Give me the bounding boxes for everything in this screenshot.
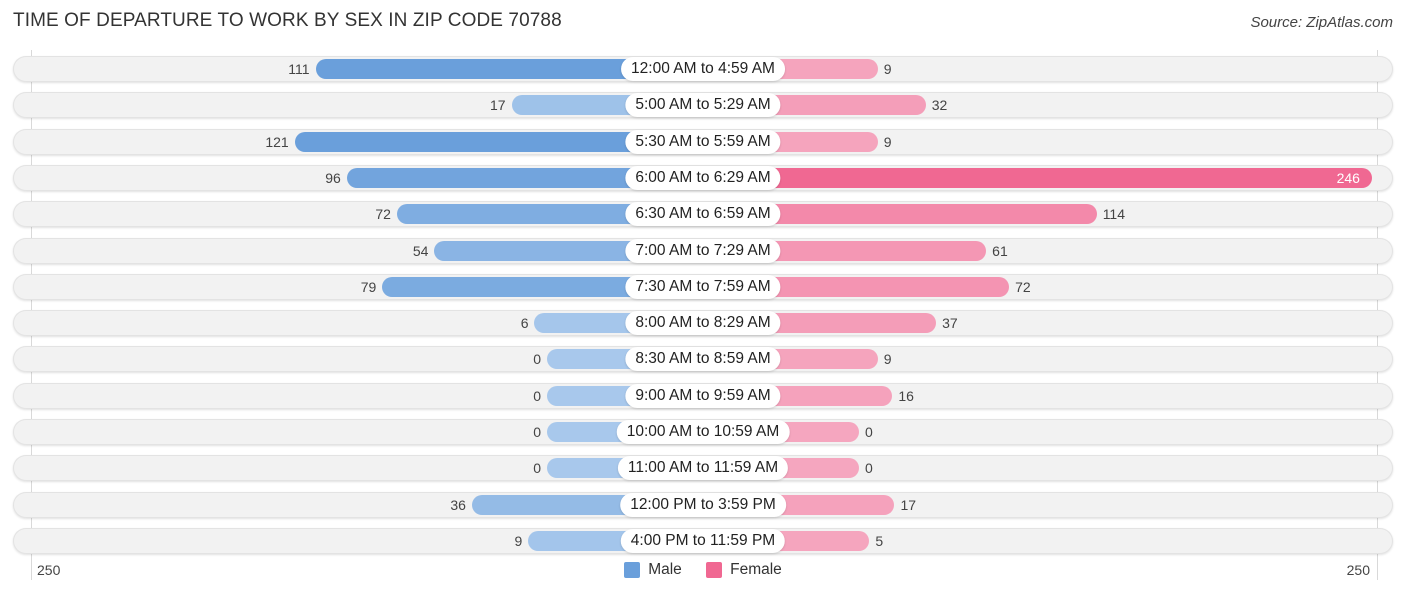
value-label-male: 111 <box>288 61 310 77</box>
category-label: 6:00 AM to 6:29 AM <box>625 165 781 190</box>
legend-swatch-male <box>624 562 641 578</box>
legend-item-female[interactable]: Female <box>706 561 782 579</box>
value-label-female: 0 <box>865 424 873 440</box>
value-label-male: 121 <box>265 133 289 150</box>
value-label-female: 114 <box>1102 206 1126 223</box>
value-label-female: 9 <box>883 351 892 368</box>
value-label-female: 16 <box>898 387 914 404</box>
value-label-male: 96 <box>325 169 341 186</box>
value-label-female: 37 <box>942 315 958 332</box>
value-label-female: 9 <box>883 61 892 77</box>
value-label-female: 9 <box>883 133 892 150</box>
value-label-female: 0 <box>865 460 873 477</box>
value-label-male: 54 <box>412 242 429 259</box>
legend-label-male: Male <box>648 561 682 578</box>
bar-female[interactable] <box>703 167 1372 188</box>
value-label-female: 17 <box>900 496 917 513</box>
value-label-male: 0 <box>533 387 541 404</box>
value-label-male: 36 <box>450 496 466 513</box>
category-label: 8:30 AM to 8:59 AM <box>625 347 781 372</box>
category-label: 12:00 PM to 3:59 PM <box>620 492 786 517</box>
category-label: 5:00 AM to 5:29 AM <box>625 93 781 118</box>
category-label: 10:00 AM to 10:59 AM <box>616 420 790 444</box>
value-label-female: 32 <box>931 97 948 114</box>
value-label-female: 246 <box>1336 169 1360 186</box>
legend-label-female: Female <box>730 561 782 578</box>
value-label-male: 0 <box>533 351 541 368</box>
category-label: 5:30 AM to 5:59 AM <box>625 129 781 154</box>
legend-item-male[interactable]: Male <box>624 561 682 579</box>
value-label-male: 79 <box>360 278 377 295</box>
category-label: 11:00 AM to 11:59 AM <box>617 456 789 481</box>
value-label-male: 0 <box>533 460 541 477</box>
value-label-female: 5 <box>875 532 884 549</box>
chart-rows: 111 9 12:00 AM to 4:59 AM 17 32 5:00 AM to 5:… <box>0 0 1406 595</box>
category-label: 6:30 AM to 6:59 AM <box>625 202 781 227</box>
category-label: 4:00 PM to 11:59 PM <box>620 528 786 553</box>
category-label: 7:00 AM to 7:29 AM <box>625 238 781 263</box>
value-label-male: 9 <box>514 532 523 549</box>
value-label-male: 17 <box>489 97 506 114</box>
value-label-male: 0 <box>533 424 541 440</box>
value-label-male: 72 <box>375 206 391 223</box>
category-label: 7:30 AM to 7:59 AM <box>625 274 781 299</box>
category-label: 12:00 AM to 4:59 AM <box>621 57 785 81</box>
legend: Male Female <box>0 561 1406 583</box>
legend-swatch-female <box>706 562 723 578</box>
category-label: 9:00 AM to 9:59 AM <box>625 383 781 408</box>
category-label: 8:00 AM to 8:29 AM <box>625 311 781 336</box>
value-label-female: 72 <box>1015 278 1031 295</box>
value-label-female: 61 <box>992 242 1008 259</box>
value-label-male: 6 <box>520 315 529 332</box>
